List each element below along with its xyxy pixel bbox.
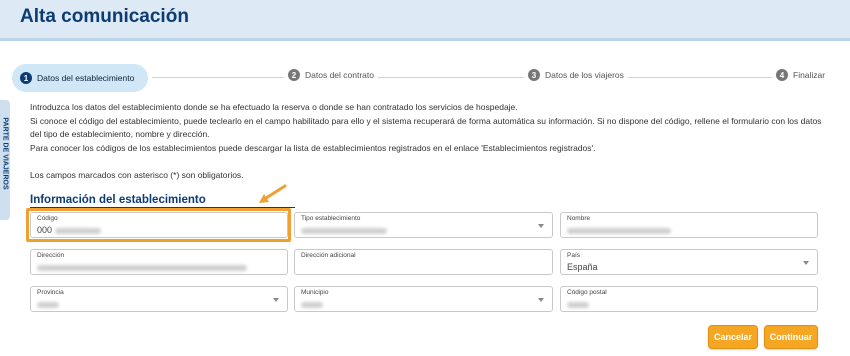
step-number: 2 <box>288 69 300 81</box>
municipio-value <box>301 302 323 308</box>
step-number: 4 <box>776 69 788 81</box>
tipo-establecimiento-value <box>301 228 387 234</box>
step-label: Finalizar <box>793 70 826 80</box>
tipo-establecimiento-select[interactable]: Tipo establecimiento <box>294 212 553 238</box>
direccion-value <box>37 265 247 271</box>
direccion-label: Dirección <box>37 252 65 259</box>
intro-paragraph: Para conocer los códigos de los establec… <box>30 142 596 153</box>
annotation-arrow-icon <box>259 184 287 203</box>
chevron-down-icon <box>538 224 544 228</box>
step-number: 1 <box>20 72 32 84</box>
codigo-postal-label: Código postal <box>567 289 607 296</box>
codigo-postal-field[interactable]: Código postal <box>560 286 818 312</box>
step-finalizar[interactable]: 4 Finalizar <box>772 69 830 81</box>
pais-label: País <box>567 252 581 259</box>
provincia-label: Provincia <box>37 289 64 296</box>
stepper: 1 Datos del establecimiento 2 Datos del … <box>12 64 832 92</box>
step-label: Datos del contrato <box>305 70 374 80</box>
pais-select[interactable]: País España <box>560 249 818 275</box>
nombre-value <box>567 228 671 234</box>
nombre-field[interactable]: Nombre <box>560 212 818 238</box>
chevron-down-icon <box>803 261 809 265</box>
nombre-label: Nombre <box>567 215 591 222</box>
tipo-establecimiento-label: Tipo establecimiento <box>301 215 361 222</box>
step-label: Datos de los viajeros <box>545 70 624 80</box>
step-datos-contrato[interactable]: 2 Datos del contrato <box>284 69 378 81</box>
municipio-label: Municipio <box>301 289 329 296</box>
direccion-adicional-label: Dirección adicional <box>301 252 356 259</box>
chevron-down-icon <box>538 298 544 302</box>
pais-value: España <box>567 262 598 272</box>
chevron-down-icon <box>273 298 279 302</box>
step-datos-viajeros[interactable]: 3 Datos de los viajeros <box>524 69 628 81</box>
page-title: Alta comunicación <box>20 6 189 27</box>
cancel-button[interactable]: Cancelar <box>708 325 758 349</box>
intro-text: Introduzca los datos del establecimiento… <box>30 101 830 155</box>
direccion-adicional-field[interactable]: Dirección adicional <box>294 249 553 275</box>
municipio-select[interactable]: Municipio <box>294 286 553 312</box>
section-title: Información del establecimiento <box>30 194 206 206</box>
side-tab-parte-viajeros[interactable]: PARTE DE VIAJEROS <box>0 100 10 220</box>
intro-paragraph: Introduzca los datos del establecimiento… <box>30 102 518 112</box>
continue-button[interactable]: Continuar <box>764 325 818 349</box>
provincia-select[interactable]: Provincia <box>30 286 288 312</box>
side-tab-label: PARTE DE VIAJEROS <box>1 117 9 190</box>
step-number: 3 <box>528 69 540 81</box>
required-note: Los campos marcados con asterisco (*) so… <box>30 170 244 180</box>
direccion-field[interactable]: Dirección <box>30 249 288 275</box>
page-header: Alta comunicación <box>0 0 850 41</box>
stepper-line <box>152 77 792 78</box>
codigo-highlight-box <box>26 208 291 242</box>
provincia-value <box>37 302 59 308</box>
intro-paragraph: Si conoce el código del establecimiento,… <box>30 115 822 140</box>
step-datos-establecimiento[interactable]: 1 Datos del establecimiento <box>12 64 149 92</box>
codigo-postal-value <box>567 302 589 308</box>
step-label: Datos del establecimiento <box>37 73 135 83</box>
